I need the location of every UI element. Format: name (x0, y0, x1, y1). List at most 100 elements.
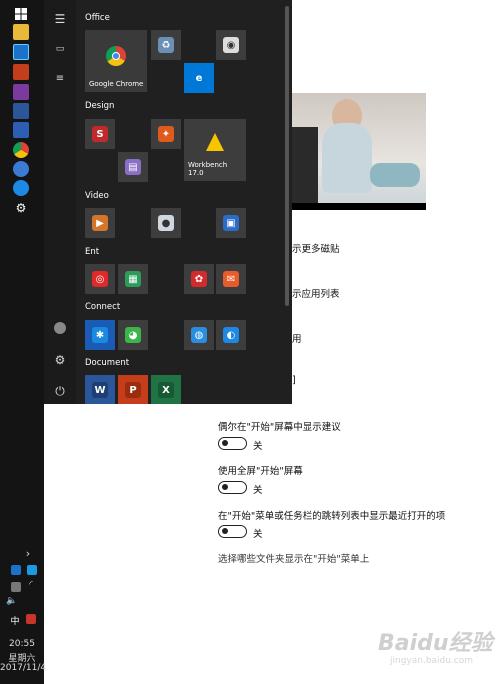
group-label-office: Office (85, 13, 110, 23)
settings-gear-icon[interactable]: ⚙ (53, 353, 67, 367)
tile-design-app-1[interactable]: S (85, 119, 115, 149)
chat-app-icon: ◍ (191, 327, 207, 343)
gear-icon[interactable]: ⚙ (13, 200, 29, 216)
tile-label: Workbench 17.0 (188, 161, 228, 177)
network-icon[interactable] (13, 44, 29, 60)
tile-ent-app-3[interactable]: ✿ (184, 264, 214, 294)
start-tiles-panel: Office Google Chrome ♻ ◉ e Design S ✦ ▤ … (76, 0, 292, 404)
choose-folders-link[interactable]: 选择哪些文件夹显示在"开始"菜单上 (218, 551, 369, 565)
recycle-bin-icon: ♻ (158, 37, 174, 53)
tile-design-app-2[interactable]: ✦ (151, 119, 181, 149)
windows-logo-icon (15, 8, 27, 20)
setting-text-partial-4: ] (292, 375, 296, 386)
design-app-icon: ▤ (125, 159, 141, 175)
setting-text-partial-3: 用 (292, 334, 302, 345)
design-app-icon: ✦ (158, 126, 174, 142)
baidu-watermark-url: jingyan.baidu.com (390, 656, 474, 666)
toggle-state-suggestions: 关 (253, 441, 263, 452)
group-label-connect: Connect (85, 302, 121, 312)
tile-powerpoint[interactable]: P (118, 375, 148, 404)
ent-app-icon: ▦ (125, 271, 141, 287)
volume-icon[interactable]: 🔈 (0, 596, 34, 606)
tile-video-app-3[interactable]: ▣ (216, 208, 246, 238)
tile-word[interactable]: W (85, 375, 115, 404)
setting-text-partial-1: 示更多磁贴 (292, 244, 340, 255)
tile-ent-app-1[interactable]: ◎ (85, 264, 115, 294)
tray-app-icon-1[interactable] (11, 565, 21, 575)
edge-icon: e (195, 72, 203, 84)
tile-excel[interactable]: X (151, 375, 181, 404)
star-app-icon: ✱ (92, 327, 108, 343)
screen: ⚙ › ◜ 🔈 中 20:55 星期六 2017/11/4 ☰ ▭ ≡ ⚙ ⏻ … (0, 0, 500, 684)
file-explorer-icon[interactable] (13, 24, 29, 40)
tile-recycle-bin[interactable]: ♻ (151, 30, 181, 60)
music-app-icon: ◎ (92, 271, 108, 287)
tile-design-app-3[interactable]: ▤ (118, 152, 148, 182)
taskbar: ⚙ › ◜ 🔈 中 20:55 星期六 2017/11/4 (0, 0, 47, 684)
windows-start-button[interactable] (15, 5, 27, 20)
onenote-icon[interactable] (13, 84, 29, 100)
start-preview-image (292, 93, 426, 210)
hamburger-menu-icon[interactable]: ☰ (53, 12, 67, 26)
globe-app-icon[interactable] (13, 161, 29, 177)
clock-date: 2017/11/4 (0, 663, 47, 673)
media-player-icon[interactable] (13, 122, 29, 138)
group-label-video: Video (85, 191, 109, 201)
video-app-icon: ▶ (92, 215, 108, 231)
setting-label-suggestions: 偶尔在"开始"屏幕中显示建议 (218, 422, 341, 433)
tile-connect-app-4[interactable]: ◐ (216, 320, 246, 350)
tile-wechat[interactable]: ◕ (118, 320, 148, 350)
video-app-icon: ● (158, 215, 174, 231)
group-label-ent: Ent (85, 247, 100, 257)
group-label-design: Design (85, 101, 115, 111)
list-view-icon[interactable]: ≡ (53, 72, 67, 86)
toggle-suggestions[interactable] (218, 437, 247, 450)
ent-app-icon: ✿ (191, 271, 207, 287)
input-method-icon[interactable] (26, 614, 36, 624)
browser-app-icon: ◐ (223, 327, 239, 343)
tile-label: Google Chrome (89, 80, 144, 88)
tiles-view-icon[interactable]: ▭ (53, 42, 67, 56)
tile-ent-app-4[interactable]: ✉ (216, 264, 246, 294)
toggle-fullscreen[interactable] (218, 481, 247, 494)
video-app-icon: ▣ (223, 215, 239, 231)
tile-connect-app-1[interactable]: ✱ (85, 320, 115, 350)
setting-label-fullscreen: 使用全屏"开始"屏幕 (218, 466, 303, 477)
tray-chevron-icon[interactable]: › (6, 547, 50, 560)
tile-workbench[interactable]: Workbench 17.0 (184, 119, 246, 181)
group-label-document: Document (85, 358, 130, 368)
tile-google-chrome[interactable]: Google Chrome (85, 30, 147, 92)
tray-app-icon-2[interactable] (27, 565, 37, 575)
toggle-recent-items[interactable] (218, 525, 247, 538)
edge-app-icon[interactable] (13, 180, 29, 196)
word-icon[interactable] (13, 103, 29, 119)
tile-ent-app-2[interactable]: ▦ (118, 264, 148, 294)
baidu-watermark-logo: Baidu经验 (378, 631, 493, 656)
toggle-state-fullscreen: 关 (253, 485, 263, 496)
design-app-icon: S (92, 126, 108, 142)
mail-app-icon: ✉ (223, 271, 239, 287)
clock-time[interactable]: 20:55 (0, 639, 44, 649)
wechat-icon: ◕ (125, 327, 141, 343)
start-rail: ☰ ▭ ≡ ⚙ ⏻ (44, 0, 76, 404)
tile-video-app-1[interactable]: ▶ (85, 208, 115, 238)
powerpoint-doc-icon: P (125, 382, 141, 398)
excel-doc-icon: X (158, 382, 174, 398)
tile-video-app-2[interactable]: ● (151, 208, 181, 238)
setting-label-recent-items: 在"开始"菜单或任务栏的跳转列表中显示最近打开的项 (218, 511, 446, 522)
start-scrollbar[interactable] (285, 6, 289, 306)
word-doc-icon: W (92, 382, 108, 398)
chrome-icon (106, 46, 126, 66)
powerpoint-icon[interactable] (13, 64, 29, 80)
chrome-icon[interactable] (13, 142, 29, 158)
tile-camera[interactable]: ◉ (216, 30, 246, 60)
user-avatar-icon[interactable] (54, 322, 66, 334)
setting-text-partial-2: 示应用列表 (292, 289, 340, 300)
tile-edge[interactable]: e (184, 63, 214, 93)
tile-connect-app-3[interactable]: ◍ (184, 320, 214, 350)
toggle-state-recent-items: 关 (253, 529, 263, 540)
camera-icon: ◉ (223, 37, 239, 53)
workbench-logo-icon (206, 133, 224, 151)
power-icon[interactable]: ⏻ (53, 384, 67, 398)
wifi-icon[interactable]: ◜ (9, 580, 53, 590)
